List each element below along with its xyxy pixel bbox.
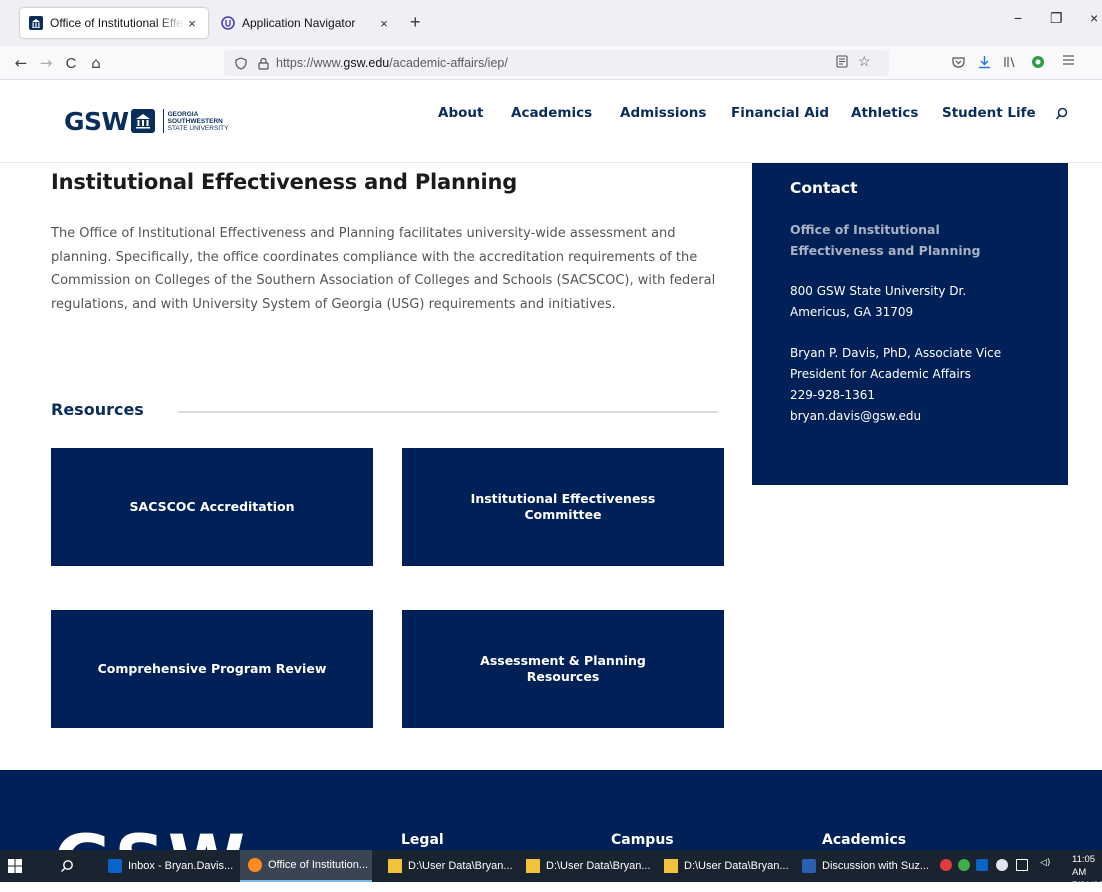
taskbar-label: D:\User Data\Bryan... xyxy=(546,860,651,872)
folder-icon xyxy=(526,859,540,873)
contact-panel: Contact Office of Institutional Effectiv… xyxy=(752,163,1068,485)
footer-heading-legal: Legal xyxy=(401,832,444,848)
taskbar-label: D:\User Data\Bryan... xyxy=(684,860,789,872)
url-prefix: https://www. xyxy=(276,56,344,70)
minimize-button[interactable]: − xyxy=(1014,10,1022,26)
taskbar-explorer[interactable]: D:\User Data\Bryan... xyxy=(526,850,654,882)
firefox-icon xyxy=(248,858,262,872)
resource-card-program-review[interactable]: Comprehensive Program Review xyxy=(51,610,373,728)
browser-nav-bar: ← → C ⌂ https://www. gsw.edu/academic-aff… xyxy=(0,46,1102,80)
taskbar-label: Office of Institution... xyxy=(268,859,369,871)
tray-app-icon[interactable] xyxy=(958,859,970,871)
new-tab-button[interactable]: + xyxy=(410,12,421,33)
page-title: Institutional Effectiveness and Planning xyxy=(51,170,518,194)
taskbar-clock[interactable]: 11:05 AM 7/21/202 xyxy=(1072,853,1102,892)
tab-close-icon[interactable]: × xyxy=(184,16,200,31)
outlook-icon xyxy=(108,859,122,873)
bookmark-star-icon[interactable]: ☆ xyxy=(858,53,871,70)
tab-close-icon[interactable]: × xyxy=(376,16,392,31)
back-button[interactable]: ← xyxy=(10,52,32,74)
footer-heading-academics: Academics xyxy=(822,832,907,848)
taskbar-firefox[interactable]: Office of Institution... xyxy=(240,850,372,882)
nav-financial-aid[interactable]: Financial Aid xyxy=(731,105,829,121)
extension-icon[interactable] xyxy=(1031,55,1045,73)
folder-icon xyxy=(664,859,678,873)
contact-address-line: 800 GSW State University Dr. xyxy=(790,284,967,298)
folder-icon xyxy=(388,859,402,873)
browser-tab-active[interactable]: Office of Institutional Effectiven × xyxy=(20,8,208,38)
taskbar-explorer[interactable]: D:\User Data\Bryan... xyxy=(388,850,516,882)
taskbar-label: Discussion with Suz... xyxy=(822,860,929,872)
tab-title: Application Navigator xyxy=(242,16,356,30)
logo-line: STATE UNIVERSITY xyxy=(167,124,229,132)
network-icon[interactable] xyxy=(1016,859,1028,871)
taskbar-label: D:\User Data\Bryan... xyxy=(408,860,513,872)
nav-student-life[interactable]: Student Life xyxy=(942,105,1036,121)
tray-app-icon[interactable] xyxy=(940,859,952,871)
site-header: GSW GEORGIA SOUTHWESTERN STATE UNIVERSIT… xyxy=(0,81,1102,163)
resources-heading: Resources xyxy=(51,400,144,419)
contact-spacer xyxy=(790,323,1030,343)
footer-logo[interactable]: GSW xyxy=(54,826,248,850)
contact-phone[interactable]: 229-928-1361 xyxy=(790,385,1030,406)
home-button[interactable]: ⌂ xyxy=(85,52,107,74)
pocket-icon[interactable] xyxy=(952,56,965,72)
url-path: /academic-affairs/iep/ xyxy=(389,56,508,70)
forward-button[interactable]: → xyxy=(35,52,57,74)
app-navigator-favicon-icon xyxy=(220,15,236,31)
library-icon[interactable] xyxy=(1003,56,1016,72)
intro-paragraph: The Office of Institutional Effectivenes… xyxy=(51,226,716,312)
taskbar-search-icon[interactable] xyxy=(60,850,84,882)
footer-heading-campus: Campus xyxy=(611,832,674,848)
resource-card-sacscoc[interactable]: SACSCOC Accreditation xyxy=(51,448,373,566)
main-nav: About Academics Admissions Financial Aid… xyxy=(0,105,1102,125)
taskbar-explorer[interactable]: D:\User Data\Bryan... xyxy=(664,850,792,882)
reader-view-icon[interactable] xyxy=(836,55,848,71)
url-domain: gsw.edu xyxy=(343,56,390,70)
resources-divider xyxy=(178,411,718,413)
reload-button[interactable]: C xyxy=(60,52,82,74)
browser-tab[interactable]: Application Navigator × xyxy=(212,8,400,38)
contact-office: Office of Institutional Effectiveness an… xyxy=(790,222,981,258)
url-bar[interactable]: https://www. gsw.edu/academic-affairs/iep… xyxy=(224,50,889,76)
menu-icon[interactable] xyxy=(1062,54,1075,70)
close-window-button[interactable]: × xyxy=(1090,10,1098,26)
download-icon[interactable] xyxy=(978,55,991,73)
volume-icon[interactable]: ◁) xyxy=(1040,858,1052,870)
shield-icon xyxy=(232,56,250,70)
clock-time: 11:05 AM xyxy=(1072,854,1096,878)
resource-card-ie-committee[interactable]: Institutional Effectiveness Committee xyxy=(402,448,724,566)
search-icon[interactable] xyxy=(1055,106,1069,125)
browser-tab-bar: Office of Institutional Effectiven × App… xyxy=(0,0,1102,46)
windows-taskbar: Inbox - Bryan.Davis... Office of Institu… xyxy=(0,850,1102,891)
taskbar-label: Inbox - Bryan.Davis... xyxy=(128,860,234,872)
nav-about[interactable]: About xyxy=(438,105,483,121)
onedrive-icon[interactable] xyxy=(996,859,1008,871)
contact-title: Contact xyxy=(790,179,858,197)
taskbar-word[interactable]: Discussion with Suz... xyxy=(802,850,930,882)
restore-button[interactable]: ❐ xyxy=(1050,10,1063,27)
nav-admissions[interactable]: Admissions xyxy=(620,105,706,121)
nav-athletics[interactable]: Athletics xyxy=(851,105,918,121)
lock-icon xyxy=(254,57,272,70)
tab-title: Office of Institutional Effectiven xyxy=(50,16,184,30)
resource-card-assessment[interactable]: Assessment & Planning Resources xyxy=(402,610,724,728)
nav-academics[interactable]: Academics xyxy=(511,105,592,121)
clock-date: 7/21/202 xyxy=(1072,880,1102,891)
taskbar-outlook[interactable]: Inbox - Bryan.Davis... xyxy=(108,850,236,882)
contact-email[interactable]: bryan.davis@gsw.edu xyxy=(790,406,1030,427)
site-footer: GSW Legal Campus Academics xyxy=(0,770,1102,850)
tray-outlook-icon[interactable] xyxy=(976,859,988,871)
contact-address-line: Americus, GA 31709 xyxy=(790,305,914,319)
gsw-favicon-icon xyxy=(28,15,44,31)
word-icon xyxy=(802,859,816,873)
contact-person: Bryan P. Davis, PhD, Associate Vice Pres… xyxy=(790,346,1002,381)
windows-start-icon[interactable] xyxy=(8,850,30,882)
